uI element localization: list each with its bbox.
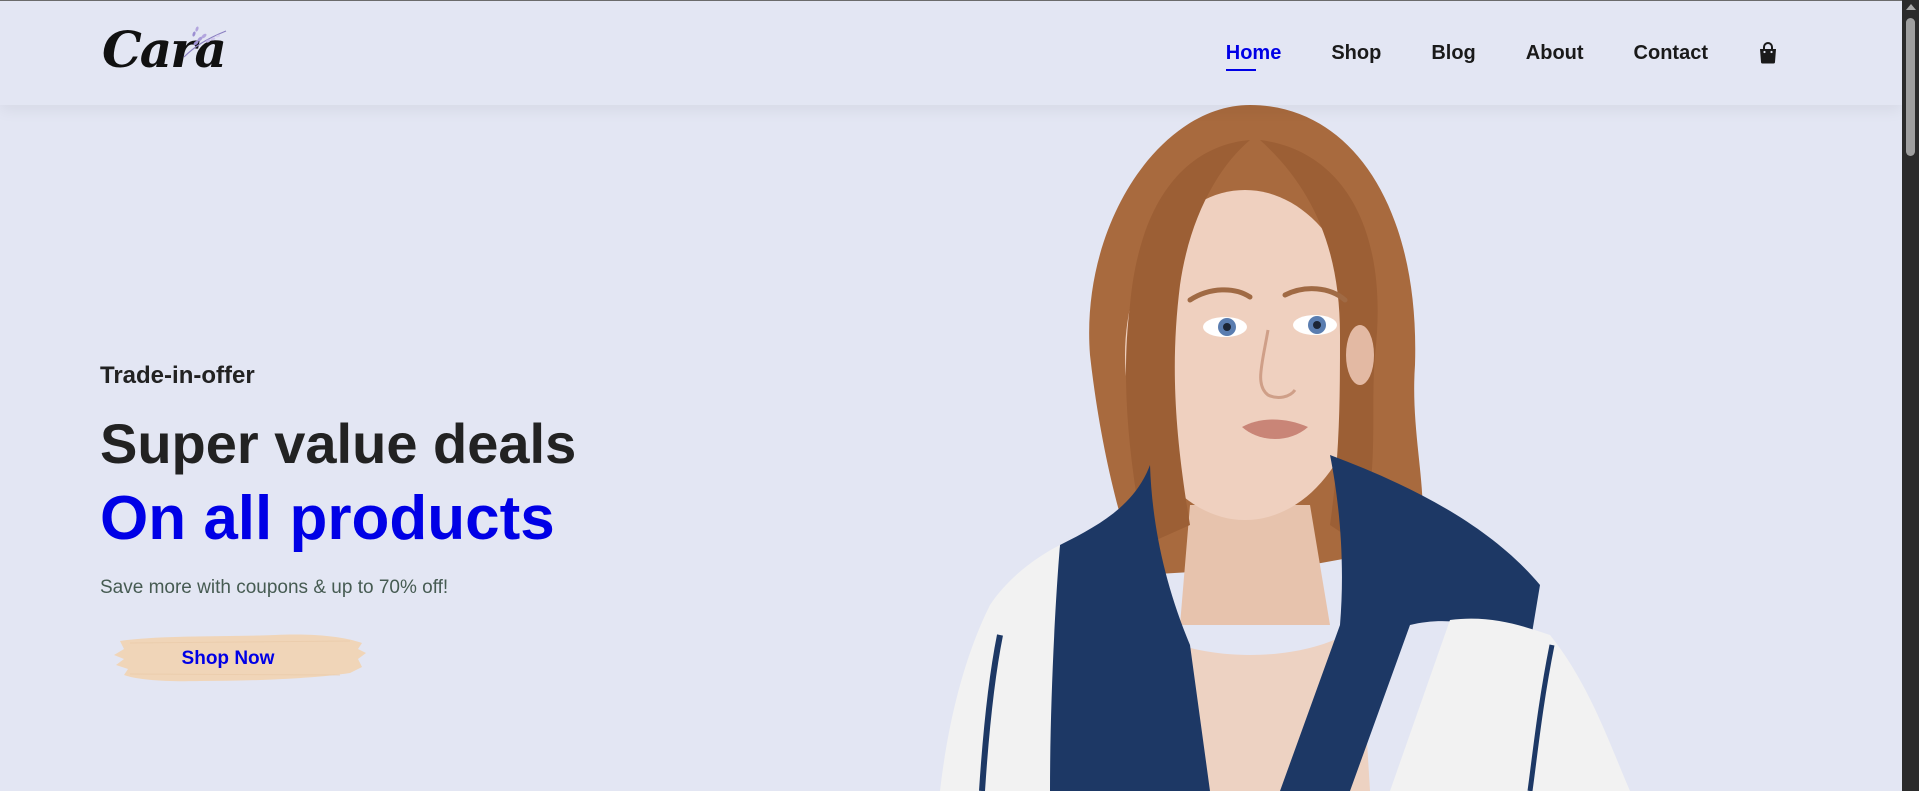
- page-scrollbar[interactable]: [1902, 0, 1919, 791]
- brand-logo[interactable]: Cara: [100, 23, 227, 81]
- page: Cara Home Shop Blog About Contact Trade-…: [0, 0, 1919, 791]
- hero-description: Save more with coupons & up to 70% off!: [100, 577, 449, 598]
- hero-heading: Super value deals: [100, 412, 577, 475]
- hero-subtitle: Trade-in-offer: [100, 362, 255, 389]
- main-navigation: Home Shop Blog About Contact: [1176, 1, 1778, 105]
- shopping-bag-icon[interactable]: [1758, 42, 1778, 64]
- shop-now-button-label[interactable]: Shop Now: [100, 627, 356, 691]
- scrollbar-thumb[interactable]: [1906, 18, 1915, 156]
- nav-item-shop[interactable]: Shop: [1331, 42, 1381, 65]
- hero-highlight-heading: On all products: [100, 484, 555, 553]
- lavender-sprig-icon: [183, 26, 227, 58]
- shop-now-button[interactable]: Shop Now: [100, 627, 370, 691]
- hero-section: Trade-in-offer Super value deals On all …: [0, 105, 1902, 791]
- site-header: Cara Home Shop Blog About Contact: [0, 1, 1902, 105]
- hero-text-block: Trade-in-offer Super value deals On all …: [100, 105, 800, 791]
- scroll-up-arrow-icon[interactable]: [1906, 4, 1916, 10]
- nav-item-blog[interactable]: Blog: [1431, 42, 1475, 65]
- nav-item-contact[interactable]: Contact: [1634, 42, 1708, 65]
- window-top-border: [0, 0, 1902, 1]
- nav-item-home[interactable]: Home: [1225, 42, 1281, 71]
- nav-item-about[interactable]: About: [1526, 42, 1584, 65]
- hero-model-image: [940, 105, 1630, 791]
